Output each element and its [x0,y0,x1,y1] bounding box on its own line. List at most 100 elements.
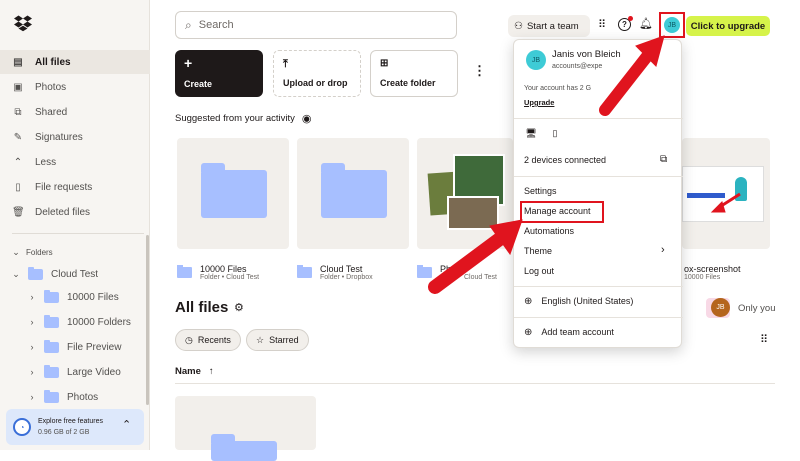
tree-item-10000-files[interactable]: › 10000 Files [28,285,119,309]
suggested-card-screenshot[interactable] [682,138,770,249]
photos-icon: ▣ [13,81,23,93]
chevron-right-icon: › [30,392,34,402]
page-title: All files [175,299,229,316]
account-name: Janis von Bleich [552,49,621,60]
tree-item-photos[interactable]: › Photos [28,385,98,409]
suggested-item-cloud-test[interactable]: Cloud Test Folder • Dropbox [297,264,373,281]
menu-item-automations[interactable]: Automations [514,221,683,241]
owner-avatar: JB [711,298,730,317]
suggested-item-photos[interactable]: Pho Cloud Test [417,264,497,281]
account-menu: JB Janis von Bleich accounts@expe Your a… [513,39,683,348]
avatar[interactable]: JB [664,17,680,33]
create-folder-button[interactable]: ⊞ Create folder [370,50,458,97]
filter-recents[interactable]: ◷ Recents [175,329,241,351]
list-divider [175,383,775,384]
sort-name-header[interactable]: Name ↑ [175,366,214,377]
folder-icon [44,389,59,403]
sidebar: ▤ All files ▣ Photos ⧉ Shared ✎ Signatures ⌃… [0,0,150,450]
language-item[interactable]: ⊕ English (United States) [514,291,683,311]
sidebar-item-deleted-files[interactable]: 🗑 Deleted files [0,200,150,224]
mobile-icon: ▯ [552,128,558,138]
thumbnail-figure [735,177,747,201]
sidebar-item-label: Shared [35,106,68,118]
sidebar-item-label: File requests [35,181,93,193]
tree-item-file-preview[interactable]: › File Preview [28,335,121,359]
eye-icon[interactable]: ◉ [302,112,312,125]
suggested-card-photos[interactable] [417,138,513,249]
sidebar-item-file-requests[interactable]: ▯ File requests [0,175,150,199]
signatures-icon: ✎ [13,131,23,143]
team-icon: ⚇ [514,20,523,32]
upload-button[interactable]: ⤒ Upload or drop [273,50,361,97]
suggested-item-10000-files[interactable]: 10000 Files Folder • Cloud Test [177,264,259,281]
star-icon: ☆ [256,334,265,345]
folder-icon [28,266,43,280]
sidebar-item-label: Deleted files [35,206,91,218]
new-folder-icon: ⊞ [380,58,389,69]
notification-dot [628,16,633,21]
sidebar-item-photos[interactable]: ▣ Photos [0,75,150,99]
folder-icon [44,314,59,328]
menu-item-log-out[interactable]: Log out [514,261,683,281]
arrow-up-icon: ↑ [208,366,214,377]
menu-divider [514,176,683,177]
folder-icon [44,289,59,303]
folder-icon [177,265,192,278]
folder-icon [321,163,387,218]
suggested-heading: Suggested from your activity ◉ [175,112,312,125]
search-placeholder: Search [198,19,234,31]
dropbox-logo-icon[interactable] [14,14,32,32]
sidebar-item-label: Less [35,156,57,168]
upload-icon: ⤒ [283,58,288,70]
settings-gear-icon[interactable]: ⚙ [234,301,244,314]
sidebar-item-less[interactable]: ⌃ Less [0,150,150,174]
chevron-right-icon: › [661,244,665,256]
add-team-account-item[interactable]: ⊕ Add team account [514,322,683,342]
storage-usage: 0.96 GB of 2 GB [38,429,90,436]
chevron-up-icon: ⌃ [13,156,23,168]
upgrade-button[interactable]: Click to upgrade [686,16,770,36]
suggested-card-cloud-test[interactable] [297,138,409,249]
apps-grid-icon[interactable]: ⠿ [596,19,608,31]
sidebar-scrollbar[interactable] [146,235,149,405]
bell-icon[interactable]: 🔔︎ [639,17,653,30]
folders-heading[interactable]: ⌄ Folders [12,246,52,258]
storage-banner[interactable]: ◔ Explore free features 0.96 GB of 2 GB … [6,409,144,445]
tree-item-10000-folders[interactable]: › 10000 Folders [28,310,131,334]
menu-item-settings[interactable]: Settings [514,181,683,201]
menu-avatar: JB [526,50,546,70]
tree-item-cloud-test[interactable]: ⌄ Cloud Test [12,262,98,286]
folder-icon [211,434,277,461]
sidebar-item-all-files[interactable]: ▤ All files [0,50,150,74]
plus-icon: + [184,55,193,71]
more-actions-icon[interactable]: ⋮ [473,64,486,77]
folder-icon [417,265,432,278]
plan-text: Your account has 2 G [524,85,592,92]
sidebar-item-signatures[interactable]: ✎ Signatures [0,125,150,149]
file-card[interactable] [175,396,316,461]
menu-item-theme[interactable]: Theme [514,241,683,261]
sidebar-item-shared[interactable]: ⧉ Shared [0,100,150,124]
upgrade-link[interactable]: Upgrade [524,98,554,107]
start-team-button[interactable]: ⚇ Start a team [508,15,590,37]
grid-view-icon[interactable]: ⠿ [760,333,768,346]
filter-starred[interactable]: ☆ Starred [246,329,309,351]
devices-connected-item[interactable]: 2 devices connected [514,150,683,170]
search-icon: ⌕ [185,17,192,32]
chevron-down-icon: ⌄ [12,268,20,279]
chevron-up-icon: ⌃ [122,419,132,431]
suggested-card-10000-files[interactable] [177,138,289,249]
chevron-right-icon: › [30,317,34,327]
chevron-right-icon: › [30,292,34,302]
menu-divider [514,317,683,318]
suggested-item-screenshot[interactable]: ox-screenshot 10000 Files [684,264,741,281]
sharing-status: Only you [738,303,776,314]
search-input[interactable]: ⌕ Search [175,11,457,39]
shared-icon: ⧉ [14,106,22,118]
storage-gauge-icon: ◔ [13,418,31,436]
tree-item-large-video[interactable]: › Large Video [28,360,121,384]
create-button[interactable]: + Create [175,50,263,97]
plus-circle-icon: ⊕ [524,326,533,338]
storage-title: Explore free features [38,418,103,425]
sidebar-item-label: All files [35,56,71,68]
